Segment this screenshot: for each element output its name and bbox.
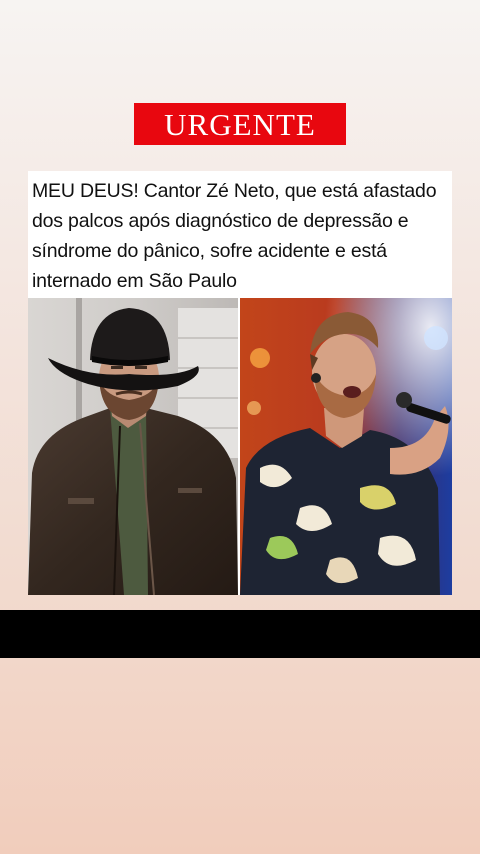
urgent-badge-label: URGENTE (164, 106, 316, 142)
black-divider-bar (0, 610, 480, 658)
urgent-badge: URGENTE (134, 103, 346, 145)
singer-portrait-photo (28, 298, 238, 595)
news-card[interactable]: MEU DEUS! Cantor Zé Neto, que está afast… (28, 171, 452, 595)
news-headline: MEU DEUS! Cantor Zé Neto, que está afast… (32, 180, 437, 292)
singer-stage-photo (240, 298, 452, 595)
